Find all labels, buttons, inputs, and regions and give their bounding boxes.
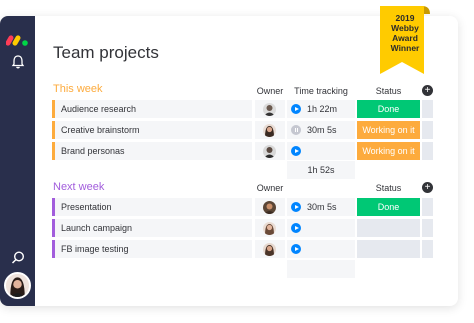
add-column-icon[interactable]: + [422, 85, 433, 96]
row-end-cell [422, 219, 433, 237]
group-title-next-week[interactable]: Next week [53, 181, 104, 193]
item-row[interactable]: Presentation [52, 198, 252, 216]
status-cell[interactable]: Done [357, 198, 420, 216]
owner-cell[interactable] [255, 198, 285, 216]
owner-avatar [263, 145, 276, 158]
time-tracking-cell[interactable] [287, 240, 355, 258]
item-name: Presentation [61, 202, 112, 212]
item-row[interactable]: Creative brainstorm [52, 121, 252, 139]
award-year: 2019 [395, 13, 415, 23]
item-row[interactable]: Brand personas [52, 142, 252, 160]
award-line-webby: Webby [391, 23, 419, 33]
play-timer-icon[interactable] [291, 244, 301, 254]
time-tracking-total [287, 260, 355, 278]
time-tracking-total: 1h 52s [287, 161, 355, 179]
group-title-this-week[interactable]: This week [53, 83, 103, 95]
status-cell[interactable] [357, 240, 420, 258]
user-avatar[interactable] [4, 272, 31, 299]
item-name: Brand personas [61, 146, 125, 156]
item-name: FB image testing [61, 244, 129, 254]
owner-cell[interactable] [255, 219, 285, 237]
award-text: 2019 Webby Award Winner [378, 13, 432, 53]
search-icon[interactable] [10, 250, 26, 266]
time-tracking-cell[interactable] [287, 219, 355, 237]
left-sidebar [0, 16, 35, 306]
item-row[interactable]: Launch campaign [52, 219, 252, 237]
status-cell[interactable]: Working on it [357, 142, 420, 160]
item-row[interactable]: Audience research [52, 100, 252, 118]
time-tracking-cell[interactable]: 30m 5s [287, 198, 355, 216]
add-column-icon[interactable]: + [422, 182, 433, 193]
item-name: Launch campaign [61, 223, 133, 233]
play-timer-icon[interactable] [291, 104, 301, 114]
item-row[interactable]: FB image testing [52, 240, 252, 258]
play-timer-icon[interactable] [291, 223, 301, 233]
item-name: Creative brainstorm [61, 125, 140, 135]
time-tracking-cell[interactable]: 30m 5s [287, 121, 355, 139]
time-tracking-cell[interactable] [287, 142, 355, 160]
column-header-owner: Owner [256, 86, 284, 96]
item-name: Audience research [61, 104, 137, 114]
award-line-award: Award [392, 33, 418, 43]
row-end-cell [422, 240, 433, 258]
owner-avatar [263, 103, 276, 116]
status-cell[interactable] [357, 219, 420, 237]
play-timer-icon[interactable] [291, 202, 301, 212]
time-value: 30m 5s [307, 125, 337, 135]
column-header-status: Status [375, 183, 402, 193]
time-value: 30m 5s [307, 202, 337, 212]
time-tracking-cell[interactable]: 1h 22m [287, 100, 355, 118]
owner-avatar [263, 124, 276, 137]
owner-cell[interactable] [255, 240, 285, 258]
owner-cell[interactable] [255, 121, 285, 139]
status-cell[interactable]: Done [357, 100, 420, 118]
row-end-cell [422, 100, 433, 118]
status-cell[interactable]: Working on it [357, 121, 420, 139]
bell-icon[interactable] [10, 54, 26, 70]
column-header-time-tracking: Time tracking [294, 86, 348, 96]
column-header-owner: Owner [256, 183, 284, 193]
owner-avatar [263, 222, 276, 235]
owner-avatar [263, 201, 276, 214]
row-end-cell [422, 121, 433, 139]
page-title: Team projects [53, 43, 159, 62]
pause-timer-icon[interactable] [291, 125, 301, 135]
row-end-cell [422, 198, 433, 216]
owner-cell[interactable] [255, 100, 285, 118]
column-header-status: Status [375, 86, 402, 96]
owner-avatar [263, 243, 276, 256]
award-line-winner: Winner [390, 43, 420, 53]
play-timer-icon[interactable] [291, 146, 301, 156]
monday-logo-icon[interactable] [6, 32, 30, 46]
row-end-cell [422, 142, 433, 160]
owner-cell[interactable] [255, 142, 285, 160]
time-value: 1h 22m [307, 104, 338, 114]
